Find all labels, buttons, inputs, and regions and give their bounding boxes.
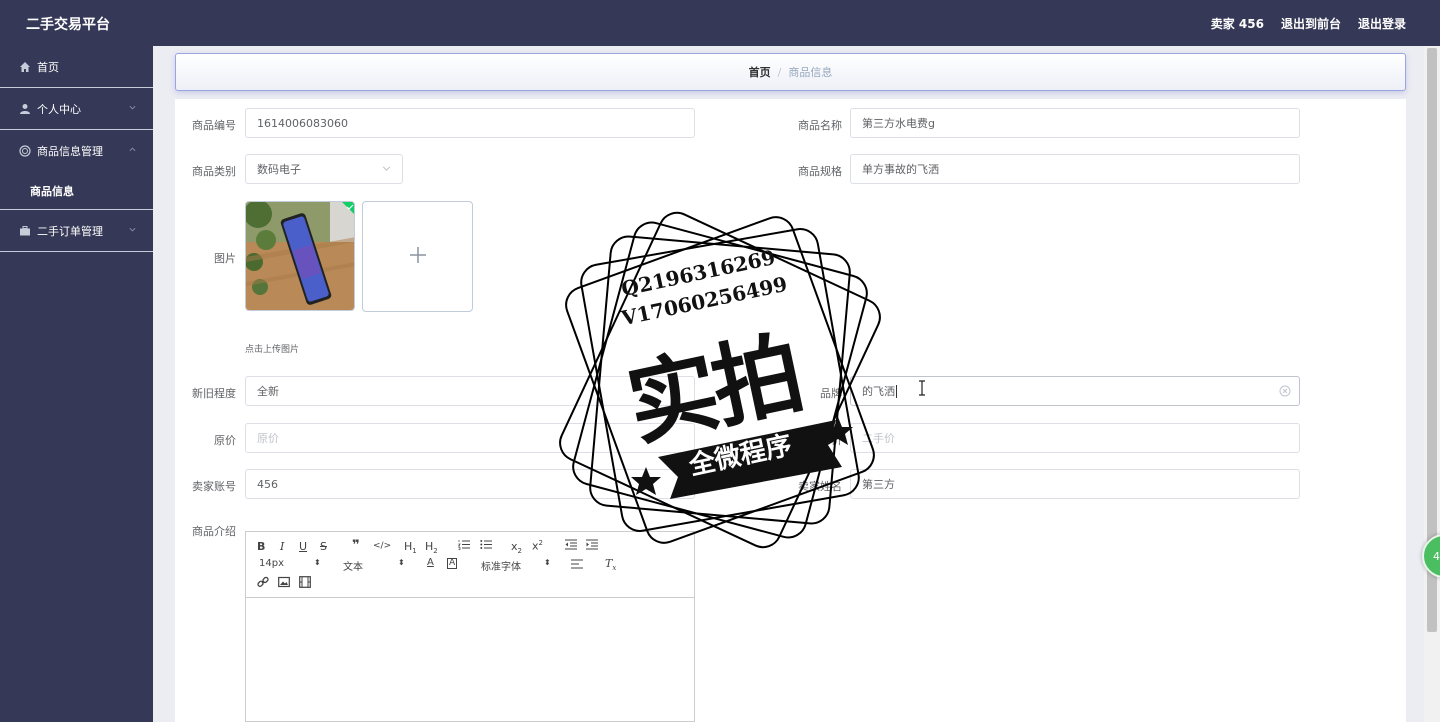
breadcrumb: 首页 / 商品信息 <box>175 53 1406 91</box>
indent-icon[interactable] <box>586 539 598 553</box>
spec-value: 单方事故的飞洒 <box>862 163 939 176</box>
updown-arrow-icon: ⬍ <box>398 558 405 567</box>
h1-icon[interactable]: H1 <box>404 540 417 555</box>
link-icon[interactable] <box>257 576 269 591</box>
seller-account-label: 卖家账号 <box>192 480 236 493</box>
align-icon[interactable] <box>571 559 583 572</box>
name-input[interactable]: 第三方水电费g <box>850 108 1300 138</box>
video-icon[interactable] <box>299 576 311 591</box>
outdent-icon[interactable] <box>565 539 577 553</box>
chevron-up-icon <box>128 144 137 157</box>
used-price-placeholder: 二手价 <box>862 432 895 445</box>
italic-icon[interactable]: I <box>280 540 284 553</box>
strike-icon[interactable]: S <box>320 540 327 553</box>
clear-icon[interactable] <box>1279 385 1291 400</box>
logout-link[interactable]: 退出登录 <box>1358 15 1406 32</box>
top-bar: 二手交易平台 卖家 456 退出到前台 退出登录 <box>0 0 1440 46</box>
used-price-label: 二手价 <box>809 434 842 447</box>
condition-input[interactable]: 全新 <box>245 376 695 406</box>
chevron-down-icon <box>128 102 137 115</box>
editor-content[interactable] <box>246 599 694 721</box>
seller-account-value: 456 <box>257 477 278 491</box>
font-size-select[interactable]: 14px <box>259 558 284 569</box>
name-label: 商品名称 <box>798 119 842 132</box>
updown-arrow-icon: ⬍ <box>544 558 551 567</box>
sidebar: 首页 个人中心 商品信息管理 商品信息 二手订单管理 <box>0 46 153 722</box>
product-image[interactable] <box>245 201 355 311</box>
breadcrumb-home[interactable]: 首页 <box>749 64 771 80</box>
font-color-icon[interactable]: A <box>427 557 434 568</box>
code-label: 商品编号 <box>192 119 236 132</box>
code-input[interactable]: 1614006083060 <box>245 108 695 138</box>
rich-text-editor: B I U S ❞ </> H1 H2 x2 x2 14px ⬍ 文本 ⬍ A … <box>245 531 695 722</box>
sidebar-item-orders[interactable]: 二手订单管理 <box>0 210 153 252</box>
category-value: 数码电子 <box>257 163 301 176</box>
upload-tip: 点击上传图片 <box>245 345 300 355</box>
spec-input[interactable]: 单方事故的飞洒 <box>850 154 1300 184</box>
chevron-down-icon <box>381 163 392 177</box>
condition-value: 全新 <box>257 385 279 398</box>
condition-label: 新旧程度 <box>192 387 236 400</box>
page-scrollbar[interactable] <box>1424 46 1440 722</box>
clear-format-icon[interactable]: Tx <box>605 557 616 572</box>
sidebar-item-goods-management[interactable]: 商品信息管理 <box>0 130 153 172</box>
breadcrumb-separator: / <box>777 65 782 79</box>
orig-price-placeholder: 原价 <box>257 432 279 445</box>
orig-price-input[interactable]: 原价 <box>245 423 695 453</box>
category-select[interactable]: 数码电子 <box>245 154 403 184</box>
h2-icon[interactable]: H2 <box>425 540 438 555</box>
bold-icon[interactable]: B <box>257 540 265 553</box>
spec-label: 商品规格 <box>798 165 842 178</box>
category-label: 商品类别 <box>192 165 236 178</box>
front-link[interactable]: 退出到前台 <box>1281 15 1341 32</box>
upload-button[interactable] <box>362 201 473 312</box>
sidebar-item-label: 个人中心 <box>37 102 81 116</box>
seller-name-value: 第三方 <box>862 478 895 491</box>
used-price-input[interactable]: 二手价 <box>850 423 1300 453</box>
app-title: 二手交易平台 <box>26 17 110 33</box>
brand-value: 的飞洒 <box>862 385 895 398</box>
code-value: 1614006083060 <box>257 116 348 130</box>
font-family-select[interactable]: 标准字体 <box>481 558 521 573</box>
image-icon[interactable] <box>278 576 290 591</box>
sidebar-subitem-goods-info[interactable]: 商品信息 <box>0 172 153 210</box>
orig-price-label: 原价 <box>214 434 236 447</box>
name-value: 第三方水电费g <box>862 117 935 130</box>
text-cursor-icon <box>917 380 927 399</box>
briefcase-icon <box>18 224 32 238</box>
background-color-icon[interactable]: A <box>447 558 458 569</box>
circle-icon <box>18 144 32 158</box>
updown-arrow-icon: ⬍ <box>314 558 321 567</box>
superscript-icon[interactable]: x2 <box>532 539 543 553</box>
breadcrumb-current: 商品信息 <box>788 66 833 79</box>
seller-account-input[interactable]: 456 <box>245 469 695 499</box>
top-actions: 卖家 456 退出到前台 退出登录 <box>1211 15 1406 32</box>
user-label: 卖家 456 <box>1210 17 1264 31</box>
sidebar-item-profile[interactable]: 个人中心 <box>0 88 153 130</box>
ordered-list-icon[interactable] <box>457 539 470 553</box>
text-cursor <box>896 384 897 398</box>
bullet-list-icon[interactable] <box>480 539 492 553</box>
user-icon <box>18 102 32 116</box>
block-format-select[interactable]: 文本 <box>343 558 363 573</box>
sidebar-item-label: 商品信息管理 <box>37 145 103 158</box>
seller-name-label: 卖家姓名 <box>798 480 842 493</box>
seller-name-input[interactable]: 第三方 <box>850 469 1300 499</box>
underline-icon[interactable]: U <box>299 540 307 553</box>
sidebar-item-label: 二手订单管理 <box>37 224 103 238</box>
sidebar-item-label: 首页 <box>37 60 59 74</box>
editor-toolbar: B I U S ❞ </> H1 H2 x2 x2 14px ⬍ 文本 ⬍ A … <box>246 532 694 598</box>
image-label: 图片 <box>214 252 236 265</box>
plus-icon <box>408 245 428 268</box>
floating-badge-value: 42 <box>1433 549 1440 563</box>
home-icon <box>18 60 32 74</box>
intro-label: 商品介绍 <box>192 525 236 538</box>
quote-icon[interactable]: ❞ <box>352 538 360 553</box>
subscript-icon[interactable]: x2 <box>511 540 522 555</box>
code-icon[interactable]: </> <box>373 541 391 551</box>
brand-label: 品牌 <box>820 387 842 400</box>
sidebar-item-home[interactable]: 首页 <box>0 46 153 88</box>
chevron-down-icon <box>128 224 137 237</box>
